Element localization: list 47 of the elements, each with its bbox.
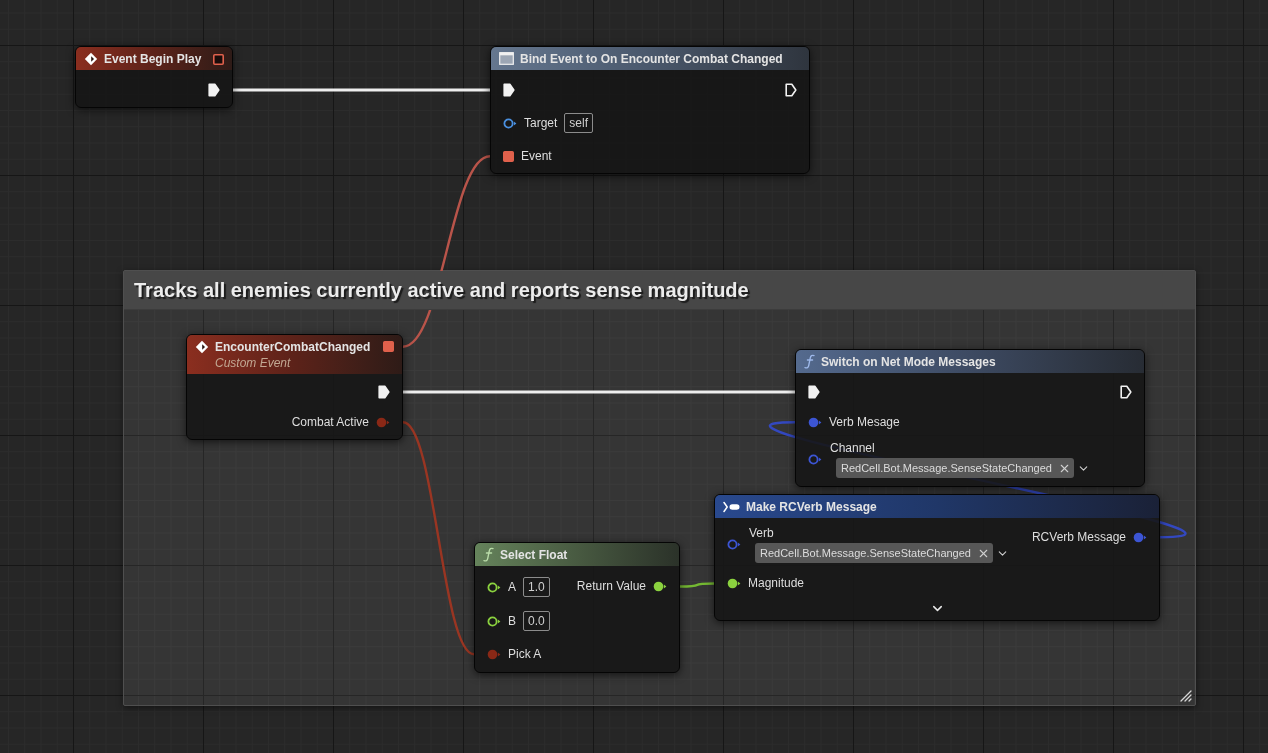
circle-pin-icon[interactable] (487, 581, 501, 593)
node-title: Switch on Net Mode Messages (821, 353, 996, 370)
pentagon-pin-icon[interactable] (785, 83, 797, 97)
pin-label: Target (524, 115, 558, 131)
node-subtitle: Custom Event (215, 355, 292, 371)
pin-label: Event (521, 148, 552, 164)
node-title: Bind Event to On Encounter Combat Changed (520, 50, 783, 67)
pin-label: A (508, 579, 516, 595)
pentagon-pin-icon[interactable] (1120, 385, 1132, 399)
square-pin-icon[interactable] (213, 54, 224, 65)
function-icon (804, 354, 815, 369)
pentagon-pin-icon[interactable] (808, 385, 820, 399)
tag-chip[interactable]: RedCell.Bot.Message.SenseStateChanged (836, 458, 1074, 478)
window-icon (499, 52, 514, 65)
pin-label: Verb Mesage (829, 414, 900, 430)
pin-label: Return Value (576, 578, 646, 594)
pin-label: B (508, 613, 516, 629)
event-diamond-icon (84, 51, 98, 66)
square-pin-icon[interactable] (383, 341, 394, 352)
value-field[interactable]: 1.0 (523, 577, 550, 597)
resize-grip-icon[interactable] (1180, 690, 1192, 702)
circle-pin-icon[interactable] (487, 615, 501, 627)
function-icon (483, 547, 494, 562)
value-field[interactable]: self (564, 113, 594, 133)
circle-pin-icon[interactable] (653, 580, 667, 592)
tag-chip[interactable]: RedCell.Bot.Message.SenseStateChanged (755, 543, 993, 563)
comment-title: Tracks all enemies currently active and reports sense magnitude (134, 278, 749, 302)
pentagon-pin-icon[interactable] (503, 83, 515, 97)
node-title: EncounterCombatChanged (215, 339, 371, 355)
node-title: Select Float (500, 546, 568, 563)
pentagon-pin-icon[interactable] (208, 83, 220, 97)
pentagon-pin-icon[interactable] (378, 385, 390, 399)
pin-label: RCVerb Message (1031, 529, 1126, 545)
pin-label: Magnitude (748, 575, 805, 591)
square-pin-icon[interactable] (503, 150, 514, 162)
circle-pin-icon[interactable] (503, 117, 517, 129)
pin-label: Verb (749, 525, 775, 541)
make-struct-icon (723, 500, 740, 513)
node-title: Event Begin Play (104, 50, 202, 67)
pin-label: Pick A (508, 646, 542, 662)
connection-wire (680, 580, 714, 589)
circle-pin-icon[interactable] (727, 577, 741, 589)
pin-label: Combat Active (291, 414, 369, 430)
event-diamond-icon (195, 340, 209, 354)
pin-label: Channel (830, 440, 876, 456)
node-title: Make RCVerb Message (746, 498, 877, 515)
value-field[interactable]: 0.0 (523, 611, 550, 631)
